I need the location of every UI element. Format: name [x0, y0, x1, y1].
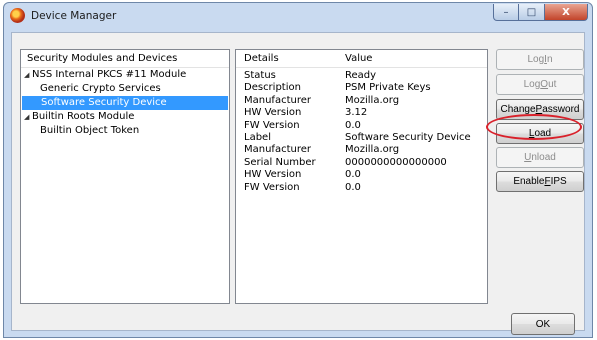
- value-header-label[interactable]: Value: [339, 53, 487, 64]
- tree-column-header[interactable]: Security Modules and Devices: [21, 50, 229, 68]
- button-label: Log: [523, 79, 541, 90]
- tree-item-software-security-device[interactable]: Software Security Device: [22, 96, 228, 110]
- maximize-button[interactable]: □: [519, 4, 545, 21]
- load-button[interactable]: Load: [496, 123, 584, 144]
- tree-item-label: Builtin Roots Module: [32, 111, 135, 122]
- change-password-button[interactable]: Change Password: [496, 99, 584, 120]
- expanded-twisty-icon[interactable]: ◢: [24, 68, 32, 82]
- security-modules-tree[interactable]: Security Modules and Devices ◢ NSS Intern…: [20, 49, 230, 304]
- access-key: U: [524, 152, 532, 163]
- enable-fips-button[interactable]: Enable F IPS: [496, 171, 584, 192]
- tree-item-builtin-roots-module[interactable]: ◢ Builtin Roots Module: [21, 110, 229, 124]
- detail-label: Label: [244, 131, 271, 143]
- access-key: P: [535, 104, 543, 115]
- detail-value: 0000000000000000: [345, 156, 447, 168]
- tree-item-label: Builtin Object Token: [40, 125, 140, 136]
- tree-item-nss-internal-module[interactable]: ◢ NSS Internal PKCS #11 Module: [21, 68, 229, 82]
- details-header-label[interactable]: Details: [236, 53, 339, 64]
- button-label: Change: [500, 104, 536, 115]
- button-label: nload: [531, 152, 556, 163]
- detail-label: FW Version: [244, 181, 300, 193]
- unload-button[interactable]: Unload: [496, 147, 584, 168]
- tree-item-label: NSS Internal PKCS #11 Module: [32, 69, 187, 80]
- detail-value: Mozilla.org: [345, 94, 400, 106]
- detail-value: Ready: [345, 70, 377, 81]
- button-label: assword: [542, 104, 580, 115]
- window-title: Device Manager: [31, 10, 117, 22]
- detail-value: Mozilla.org: [345, 144, 400, 156]
- minimize-button[interactable]: –: [493, 4, 519, 21]
- button-label: Enable: [513, 176, 545, 187]
- tree-item-builtin-object-token[interactable]: Builtin Object Token: [21, 124, 229, 138]
- detail-row[interactable]: Manufacturer Mozilla.org: [236, 144, 487, 156]
- firefox-app-icon: [10, 8, 25, 23]
- detail-label: Manufacturer: [244, 94, 311, 106]
- detail-row[interactable]: Description PSM Private Keys: [236, 82, 487, 94]
- detail-row[interactable]: Serial Number 0000000000000000: [236, 157, 487, 169]
- tree-item-label: Software Security Device: [41, 97, 167, 108]
- detail-row[interactable]: FW Version 0.0: [236, 182, 487, 194]
- detail-label: Status: [244, 70, 276, 81]
- detail-value: 0.0: [345, 169, 361, 181]
- detail-label: Manufacturer: [244, 144, 311, 156]
- access-key: O: [540, 79, 549, 90]
- device-manager-window: Device Manager – □ X Security Modules an…: [3, 2, 593, 338]
- caption-buttons: – □ X: [493, 4, 588, 21]
- detail-label: HW Version: [244, 169, 302, 181]
- detail-value: 0.0: [345, 181, 361, 193]
- tree-item-generic-crypto-services[interactable]: Generic Crypto Services: [21, 82, 229, 96]
- detail-label: HW Version: [244, 107, 302, 119]
- dialog-client-area: Security Modules and Devices ◢ NSS Intern…: [11, 32, 585, 335]
- tree-header-label: Security Modules and Devices: [27, 53, 178, 64]
- close-button[interactable]: X: [545, 4, 588, 21]
- button-label: n: [546, 54, 553, 65]
- detail-label: Serial Number: [244, 156, 316, 168]
- detail-value: 0.0: [345, 119, 361, 131]
- detail-row[interactable]: FW Version 0.0: [236, 120, 487, 132]
- title-bar[interactable]: Device Manager – □ X: [4, 3, 592, 29]
- button-label: IPS: [550, 176, 567, 187]
- detail-row[interactable]: HW Version 0.0: [236, 169, 487, 181]
- detail-label: Description: [244, 82, 301, 94]
- button-label: Log: [527, 54, 545, 65]
- detail-row[interactable]: Manufacturer Mozilla.org: [236, 95, 487, 107]
- detail-value: PSM Private Keys: [345, 82, 431, 94]
- details-rows: Status Ready Description PSM Private Keys Ma…: [236, 68, 487, 194]
- tree-item-label: Generic Crypto Services: [40, 83, 161, 94]
- detail-value: 3.12: [345, 107, 368, 119]
- detail-row[interactable]: Status Ready: [236, 70, 487, 82]
- detail-row[interactable]: Label Software Security Device: [236, 132, 487, 144]
- log-in-button[interactable]: Log In: [496, 49, 584, 70]
- device-details-table[interactable]: Details Value Status Ready Description PSM …: [235, 49, 488, 304]
- button-label: ut: [548, 79, 557, 90]
- detail-label: FW Version: [244, 119, 300, 131]
- expanded-twisty-icon[interactable]: ◢: [24, 110, 32, 124]
- log-out-button[interactable]: Log Out: [496, 74, 584, 95]
- details-column-header: Details Value: [236, 50, 487, 68]
- detail-row[interactable]: HW Version 3.12: [236, 107, 487, 119]
- button-label: oad: [534, 128, 552, 139]
- ok-button[interactable]: OK: [511, 313, 575, 335]
- detail-value: Software Security Device: [345, 131, 471, 143]
